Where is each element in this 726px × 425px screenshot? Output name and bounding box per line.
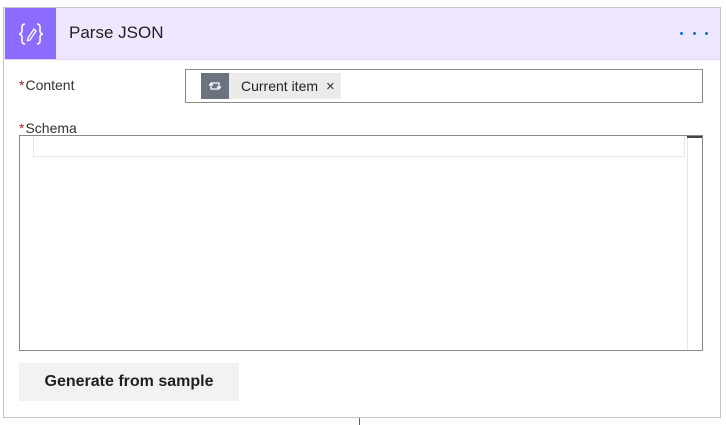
editor-current-line[interactable]	[33, 136, 685, 157]
required-marker: *	[19, 120, 25, 136]
ellipsis-icon	[692, 31, 696, 35]
ellipsis-icon	[705, 31, 708, 35]
flow-connector	[359, 418, 360, 425]
remove-token-icon[interactable]: ×	[326, 79, 341, 94]
more-options-button[interactable]	[680, 24, 708, 42]
curly-braces-icon	[5, 8, 56, 59]
generate-from-sample-button[interactable]: Generate from sample	[19, 363, 239, 401]
schema-label-text: Schema	[25, 120, 77, 136]
schema-label: *Schema	[19, 120, 77, 136]
content-label-text: Content	[25, 77, 75, 93]
content-label: *Content	[19, 77, 75, 93]
required-marker: *	[19, 77, 25, 93]
editor-scrollbar[interactable]	[687, 136, 702, 350]
current-item-token[interactable]: Current item ×	[201, 73, 341, 99]
ellipsis-icon	[680, 31, 683, 35]
content-input[interactable]: Current item ×	[185, 69, 703, 103]
parse-json-action-card: Parse JSON *Content Current item × *Sche…	[3, 7, 721, 418]
action-title: Parse JSON	[69, 23, 164, 42]
token-label: Current item	[241, 78, 319, 94]
action-header[interactable]: Parse JSON	[4, 8, 720, 60]
schema-editor[interactable]	[19, 135, 703, 351]
scrollbar-thumb[interactable]	[687, 136, 702, 138]
loop-icon	[201, 73, 229, 99]
